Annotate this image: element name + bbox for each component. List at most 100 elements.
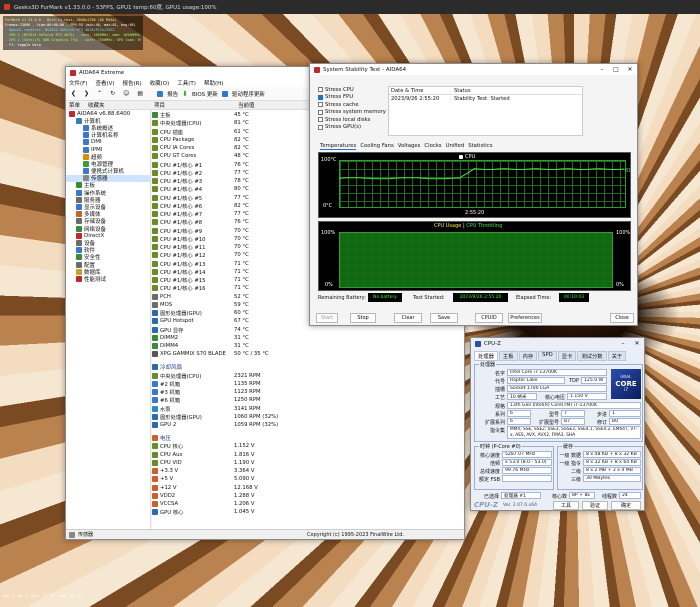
sensor-row[interactable]: VDD2 1.288 V (152, 492, 464, 500)
maximize-icon[interactable]: □ (609, 66, 623, 73)
sensor-row[interactable]: 水泵 3141 RPM (152, 405, 464, 413)
col-item[interactable]: 项目 (152, 101, 238, 109)
tree-item[interactable]: DirectX (66, 232, 150, 239)
tree-item[interactable]: 计算机名称 (66, 132, 150, 139)
sensor-row[interactable]: CPU VID 1.190 V (152, 459, 464, 467)
cpuid-button[interactable]: CPUID (475, 313, 503, 323)
tree-item[interactable]: 配置 (66, 261, 150, 269)
stress-option[interactable]: Stress CPU (318, 86, 388, 94)
stress-option[interactable]: Stress cache (318, 101, 388, 109)
tree-item[interactable]: 多媒体 (66, 211, 150, 218)
close-icon[interactable]: ✕ (630, 340, 644, 347)
graph-tab[interactable]: Statistics (468, 143, 492, 149)
tree-item[interactable]: 安全性 (66, 254, 150, 261)
minimize-icon[interactable]: – (616, 340, 630, 347)
clear-button[interactable]: Clear (394, 313, 422, 323)
tools-button[interactable]: 工具 (553, 501, 579, 510)
stress-option[interactable]: Stress GPU(s) (318, 124, 388, 132)
up-icon[interactable]: ⌃ (95, 90, 104, 97)
selection-dropdown[interactable]: 处理器 #1 (501, 492, 541, 499)
tree-item[interactable]: 服务器 (66, 196, 150, 204)
tree-item[interactable]: 操作系统 (66, 189, 150, 197)
sensor-row[interactable]: +5 V 5.090 V (152, 475, 464, 483)
tab-processor[interactable]: 处理器 (474, 351, 498, 361)
start-button[interactable]: Start (316, 313, 338, 323)
sensor-row[interactable]: CPU 核心 1.152 V (152, 442, 464, 450)
forward-icon[interactable]: ❯ (82, 90, 91, 97)
chart-icon[interactable]: ▤ (135, 90, 145, 97)
tree-item[interactable]: AIDA64 v6.88.6400 (66, 110, 150, 117)
report-button[interactable]: 报告 (167, 90, 178, 98)
checkbox-icon[interactable] (318, 87, 323, 93)
tree-item[interactable]: 便携式计算机 (66, 168, 150, 175)
tree-item[interactable]: 存储设备 (66, 218, 150, 225)
graph-tab[interactable]: Unified (446, 143, 465, 149)
graph-tab[interactable]: Voltages (398, 143, 421, 149)
tab-memory[interactable]: 内存 (518, 351, 538, 361)
checkbox-icon[interactable] (318, 124, 323, 130)
driver-update-button[interactable]: 驱动程序更新 (232, 90, 265, 98)
sensor-row[interactable]: CPU Aux 1.816 V (152, 451, 464, 459)
menu-report[interactable]: 报告(R) (123, 79, 142, 87)
tab-about[interactable]: 关于 (607, 351, 627, 361)
tab-menu[interactable]: 菜单 (66, 101, 88, 109)
sensor-row[interactable]: GPU 2 1059 RPM (32%) (152, 421, 464, 429)
stress-option[interactable]: Stress system memory (318, 109, 388, 117)
menu-view[interactable]: 查看(V) (95, 79, 114, 87)
tree-item[interactable]: 设备 (66, 239, 150, 247)
bios-update-button[interactable]: BIOS 更新 (192, 90, 218, 98)
validate-button[interactable]: 验证 (582, 501, 608, 510)
refresh-icon[interactable]: ↻ (108, 90, 117, 97)
sensor-row[interactable]: #2 机箱 1135 RPM (152, 380, 464, 388)
graph-tab[interactable]: Temperatures (320, 143, 357, 150)
tab-spd[interactable]: SPD (538, 351, 557, 361)
tree-item[interactable]: 显示设备 (66, 203, 150, 211)
col-value[interactable]: 当前值 (238, 101, 255, 109)
tab-graphics[interactable]: 显卡 (557, 351, 577, 361)
tree-item[interactable]: IPMI (66, 146, 150, 153)
graph-tab[interactable]: Cooling Fans (360, 143, 393, 149)
menu-help[interactable]: 帮助(H) (204, 79, 223, 87)
sensor-row[interactable]: +12 V 12.168 V (152, 484, 464, 492)
sensor-row[interactable]: XPG GAMMIX S70 BLADE 50 °C / 35 °C (152, 350, 464, 358)
close-icon[interactable]: ✕ (623, 66, 637, 73)
sensor-row[interactable]: 图形处理器(GPU) 1060 RPM (32%) (152, 413, 464, 421)
save-button[interactable]: Save (430, 313, 458, 323)
checkbox-icon[interactable] (318, 94, 323, 100)
tree-item[interactable]: DMI (66, 139, 150, 146)
ok-button[interactable]: 确定 (611, 501, 641, 510)
menu-tools[interactable]: 工具(T) (177, 79, 196, 87)
minimize-icon[interactable]: – (595, 66, 609, 73)
sensor-row[interactable]: #3 机箱 1123 RPM (152, 388, 464, 396)
graph-tab[interactable]: Clocks (424, 143, 441, 149)
sensor-row[interactable]: GPU 显存 74 °C (152, 326, 464, 334)
tree-item[interactable]: 性能测试 (66, 275, 150, 283)
tree-item[interactable]: 传感器 (66, 174, 150, 182)
sensor-row[interactable]: DIMM2 31 °C (152, 334, 464, 342)
sensor-row[interactable]: #6 机箱 1250 RPM (152, 396, 464, 404)
checkbox-icon[interactable] (318, 102, 323, 108)
stop-button[interactable]: Stop (350, 313, 376, 323)
sensor-row[interactable]: GPU 核心 1.045 V (152, 508, 464, 516)
checkbox-icon[interactable] (318, 117, 323, 123)
user-icon[interactable]: ☺ (121, 90, 131, 97)
tab-bench[interactable]: 测试分数 (577, 351, 607, 361)
sensor-row[interactable]: VCCSA 1.206 V (152, 500, 464, 508)
tree-item[interactable]: 网络设备 (66, 225, 150, 233)
tab-favorites[interactable]: 收藏夹 (88, 101, 152, 109)
stress-option[interactable]: Stress FPU (318, 94, 388, 102)
tree-item[interactable]: 主板 (66, 182, 150, 189)
tab-mainboard[interactable]: 主板 (498, 351, 518, 361)
tree-item[interactable]: 软件 (66, 247, 150, 254)
preferences-button[interactable]: Preferences (508, 313, 542, 323)
close-button[interactable]: Close (610, 313, 634, 323)
menu-file[interactable]: 文件(F) (69, 79, 87, 87)
checkbox-icon[interactable] (318, 109, 323, 115)
sensor-row[interactable]: +3.3 V 3.364 V (152, 467, 464, 475)
tree-item[interactable]: 数据库 (66, 268, 150, 276)
sensor-row[interactable]: DIMM4 31 °C (152, 342, 464, 350)
back-icon[interactable]: ❮ (69, 90, 78, 97)
sensor-row[interactable]: 中央处理器(CPU) 2321 RPM (152, 372, 464, 380)
menu-favorites[interactable]: 收藏(O) (150, 79, 170, 87)
stress-option[interactable]: Stress local disks (318, 116, 388, 124)
